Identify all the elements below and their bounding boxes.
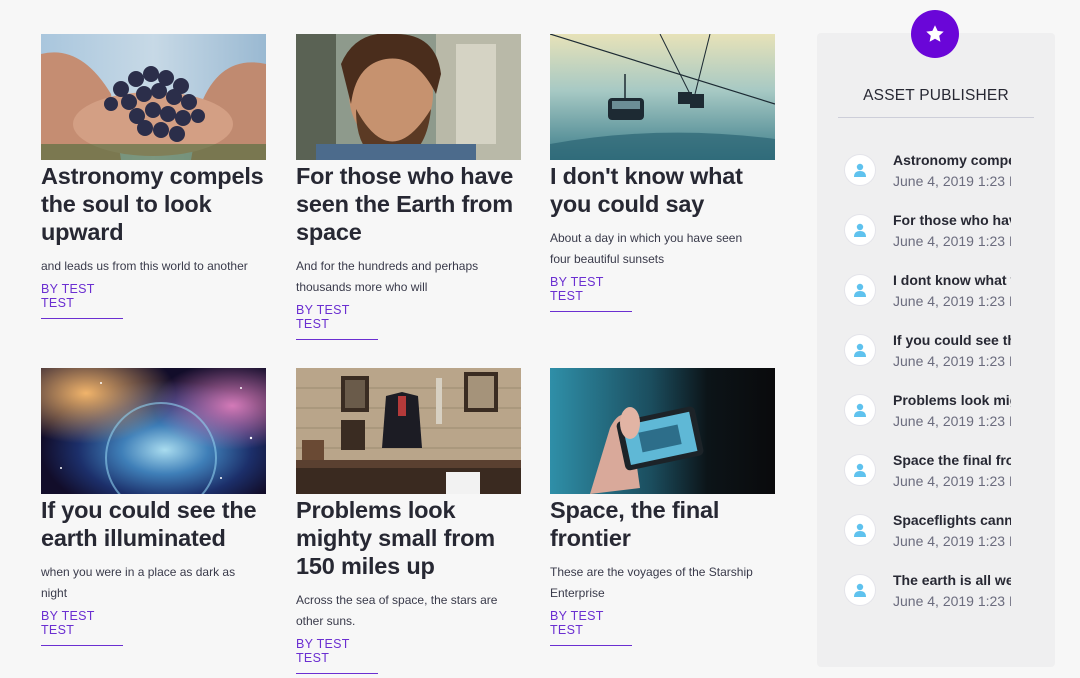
article-image-bearded-man[interactable] — [296, 34, 521, 160]
article-image-ski-lift[interactable] — [550, 34, 775, 160]
asset-list-item[interactable]: If you could see the earth illuminated J… — [844, 330, 1014, 390]
asset-date: June 4, 2019 1:23 PM — [893, 593, 1011, 609]
article-image-nebula[interactable] — [41, 368, 266, 494]
article-summary: Across the sea of space, the stars are o… — [296, 593, 498, 628]
user-avatar-icon — [844, 514, 876, 546]
article-title[interactable]: For those who have seen the Earth from s… — [296, 162, 521, 246]
user-avatar-icon — [844, 454, 876, 486]
article-card[interactable]: For those who have seen the Earth from s… — [296, 34, 521, 340]
article-author-link[interactable]: BY TEST TEST — [296, 637, 378, 674]
article-card[interactable]: Astronomy compels the soul to look upwar… — [41, 34, 266, 319]
asset-title[interactable]: Space the final frontier — [893, 450, 1011, 470]
user-avatar-icon — [844, 574, 876, 606]
article-title[interactable]: Problems look mighty small from 150 mile… — [296, 496, 521, 580]
asset-title[interactable]: For those who have seen the Earth from s… — [893, 210, 1011, 230]
article-card[interactable]: Problems look mighty small from 150 mile… — [296, 368, 521, 674]
asset-date: June 4, 2019 1:23 PM — [893, 233, 1011, 249]
asset-title[interactable]: Spaceflights cannot be stopped — [893, 510, 1011, 530]
user-avatar-icon — [844, 274, 876, 306]
star-icon — [926, 25, 944, 42]
article-card[interactable]: Space, the final frontier These are the … — [550, 368, 775, 646]
article-summary: and leads us from this world to another — [41, 259, 248, 273]
user-avatar-icon — [844, 394, 876, 426]
asset-list-item[interactable]: Space the final frontier June 4, 2019 1:… — [844, 450, 1014, 510]
asset-date: June 4, 2019 1:23 PM — [893, 353, 1011, 369]
asset-title[interactable]: If you could see the earth illuminated — [893, 330, 1011, 350]
asset-title[interactable]: I dont know what you could say — [893, 270, 1011, 290]
asset-list-item[interactable]: Astronomy compels the soul to look upwar… — [844, 150, 1014, 210]
asset-list-item[interactable]: For those who have seen the Earth from s… — [844, 210, 1014, 270]
article-author-link[interactable]: BY TEST TEST — [41, 282, 123, 319]
article-title[interactable]: If you could see the earth illuminated — [41, 496, 266, 552]
star-button[interactable] — [911, 10, 959, 58]
asset-publisher-panel: ASSET PUBLISHER Astronomy compels the so… — [817, 33, 1055, 667]
article-card[interactable]: If you could see the earth illuminated w… — [41, 368, 266, 646]
article-author-link[interactable]: BY TEST TEST — [550, 275, 632, 312]
asset-list-item[interactable]: The earth is all we have June 4, 2019 1:… — [844, 570, 1014, 630]
user-avatar-icon — [844, 334, 876, 366]
asset-publisher-title: ASSET PUBLISHER — [838, 87, 1034, 118]
article-author-link[interactable]: BY TEST TEST — [296, 303, 378, 340]
article-title[interactable]: I don't know what you could say — [550, 162, 775, 218]
asset-date: June 4, 2019 1:23 PM — [893, 533, 1011, 549]
asset-title[interactable]: Astronomy compels the soul to look upwar… — [893, 150, 1011, 170]
asset-list-item[interactable]: Spaceflights cannot be stopped June 4, 2… — [844, 510, 1014, 570]
asset-list-item[interactable]: I dont know what you could say June 4, 2… — [844, 270, 1014, 330]
article-title[interactable]: Astronomy compels the soul to look upwar… — [41, 162, 266, 246]
article-author-link[interactable]: BY TEST TEST — [41, 609, 123, 646]
article-summary: And for the hundreds and perhaps thousan… — [296, 259, 479, 294]
asset-date: June 4, 2019 1:23 PM — [893, 173, 1011, 189]
asset-date: June 4, 2019 1:23 PM — [893, 473, 1011, 489]
asset-list: Astronomy compels the soul to look upwar… — [844, 150, 1014, 630]
article-title[interactable]: Space, the final frontier — [550, 496, 775, 552]
asset-title[interactable]: Problems look mighty small from 150 mile… — [893, 390, 1011, 410]
user-avatar-icon — [844, 214, 876, 246]
article-image-phone[interactable] — [550, 368, 775, 494]
asset-date: June 4, 2019 1:23 PM — [893, 293, 1011, 309]
asset-date: June 4, 2019 1:23 PM — [893, 413, 1011, 429]
article-summary: when you were in a place as dark as nigh… — [41, 565, 236, 600]
article-card[interactable]: I don't know what you could say About a … — [550, 34, 775, 312]
article-summary: About a day in which you have seen four … — [550, 231, 743, 266]
article-image-grapes[interactable] — [41, 34, 266, 160]
asset-title[interactable]: The earth is all we have — [893, 570, 1011, 590]
article-image-clothing-store[interactable] — [296, 368, 521, 494]
article-summary: These are the voyages of the Starship En… — [550, 565, 753, 600]
article-author-link[interactable]: BY TEST TEST — [550, 609, 632, 646]
page: Astronomy compels the soul to look upwar… — [0, 0, 1080, 678]
user-avatar-icon — [844, 154, 876, 186]
asset-list-item[interactable]: Problems look mighty small from 150 mile… — [844, 390, 1014, 450]
